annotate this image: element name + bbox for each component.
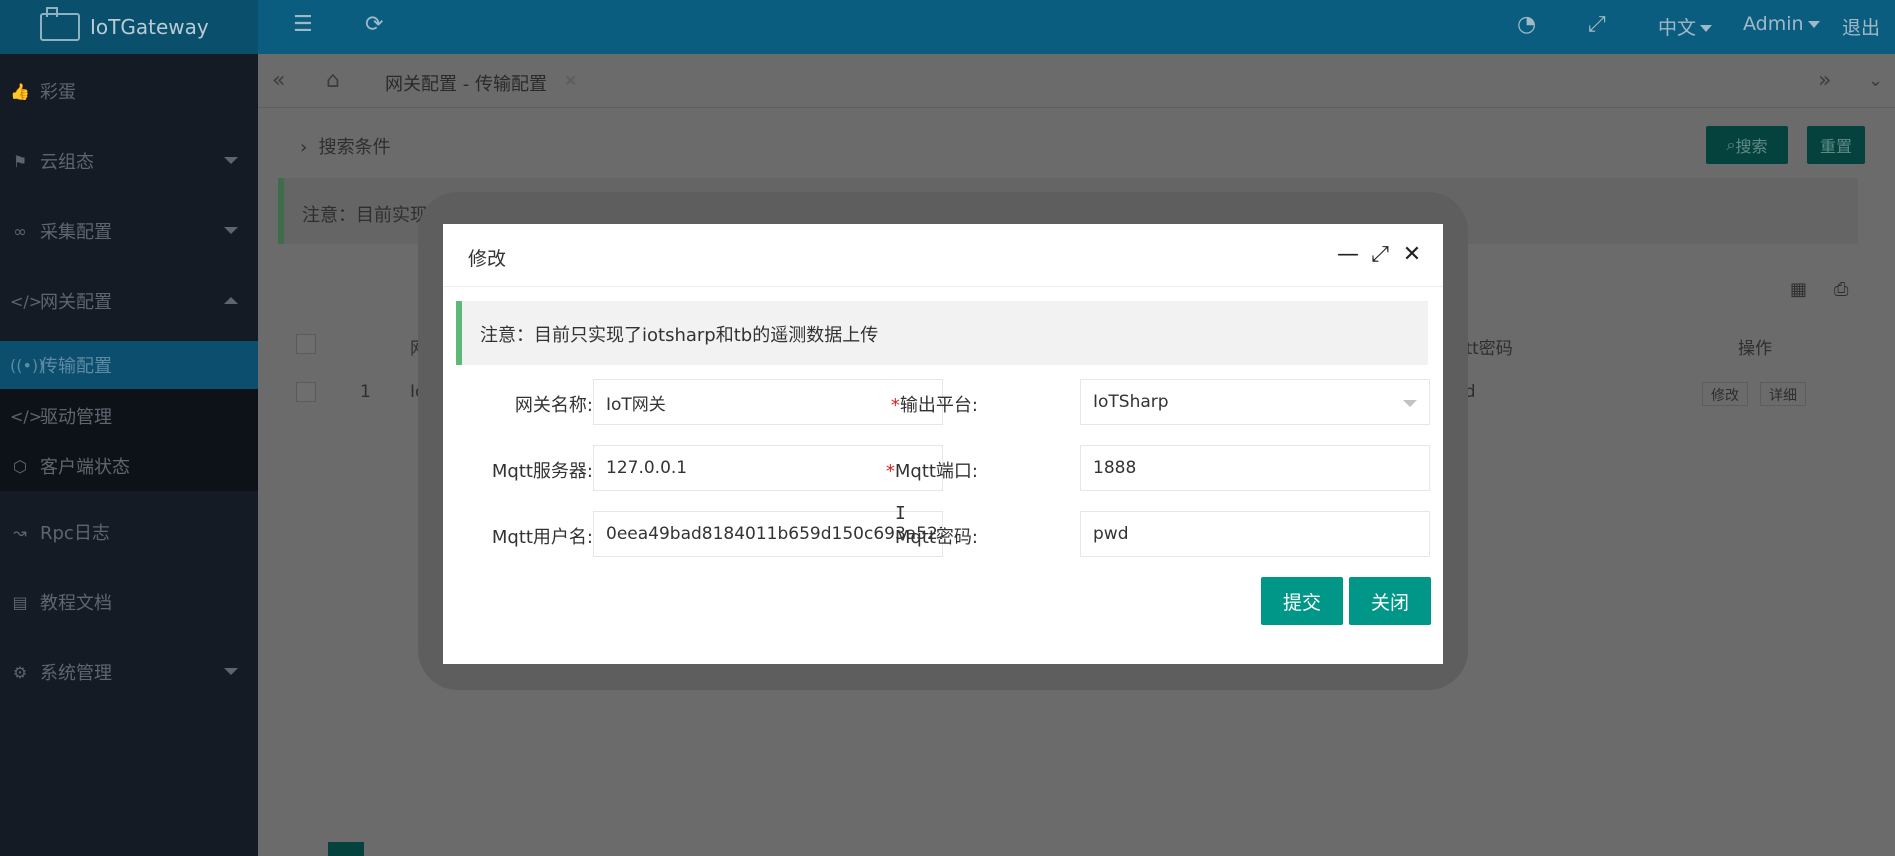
- row-checkbox[interactable]: [296, 382, 316, 402]
- search-conditions-toggle[interactable]: › 搜索条件: [300, 133, 391, 159]
- sidebar-item-collection-config[interactable]: ∞ 采集配置: [0, 207, 258, 255]
- chevron-down-icon: [1807, 21, 1820, 28]
- row-detail-button[interactable]: 详细: [1760, 382, 1806, 406]
- search-icon: ⌕: [1726, 135, 1736, 154]
- refresh-icon[interactable]: ⟳: [365, 12, 383, 37]
- code-icon: </>: [10, 291, 43, 311]
- sidebar-item-gateway-config[interactable]: </> 网关配置: [0, 277, 258, 325]
- app-logo[interactable]: IoTGateway: [0, 0, 258, 54]
- mqtt-username-label: Mqtt用户名:: [491, 527, 593, 548]
- text-cursor-icon: I: [895, 503, 906, 524]
- trend-icon: ↝: [13, 522, 27, 542]
- tab-close-icon[interactable]: ✕: [564, 71, 577, 90]
- code-icon: </>: [10, 406, 43, 426]
- mqtt-password-label: Mqtt密码:: [894, 527, 978, 548]
- select-all-checkbox[interactable]: [296, 334, 316, 354]
- reset-button[interactable]: 重置: [1807, 126, 1865, 164]
- sidebar-item-easter-egg[interactable]: 👍 彩蛋: [0, 67, 258, 115]
- broadcast-icon: ((•)): [10, 355, 45, 375]
- mqtt-password-input[interactable]: [1080, 511, 1430, 557]
- sidebar: 👍 彩蛋 ⚑ 云组态 ∞ 采集配置 </> 网关配置 ((•)) 传输配置 </…: [0, 54, 258, 856]
- home-icon[interactable]: ⌂: [326, 68, 340, 93]
- dialog-notice: 注意：目前只实现了iotsharp和tb的遥测数据上传: [456, 301, 1428, 365]
- output-platform-label: *输出平台:: [890, 395, 978, 416]
- app-title: IoTGateway: [90, 15, 209, 39]
- search-button[interactable]: ⌕ 搜索: [1706, 126, 1788, 164]
- thumbs-up-icon: 👍: [10, 81, 30, 101]
- sidebar-item-system-management[interactable]: ⚙ 系统管理: [0, 648, 258, 696]
- close-button[interactable]: 关闭: [1349, 577, 1431, 625]
- sidebar-item-tutorial-docs[interactable]: ▤ 教程文档: [0, 578, 258, 626]
- table-row-index: 1: [360, 382, 371, 402]
- maximize-icon[interactable]: ⤢: [1367, 242, 1393, 268]
- sidebar-item-transmission-config[interactable]: ((•)) 传输配置: [0, 341, 258, 389]
- top-header: IoTGateway ☰ ⟳ ◔ ⤢ 中文 Admin 退出: [0, 0, 1895, 54]
- sidebar-item-client-status[interactable]: ⬡ 客户端状态: [0, 442, 258, 490]
- dialog-title-bar: 修改 — ⤢ ✕: [443, 224, 1443, 287]
- chevron-down-icon: [1403, 400, 1417, 407]
- gear-icon: ⚙: [12, 662, 28, 682]
- dialog-title: 修改: [468, 248, 507, 270]
- signpost-icon: ⚑: [12, 151, 28, 171]
- column-toggle-icon[interactable]: ▦: [1790, 279, 1807, 300]
- chevron-up-icon: [224, 297, 238, 304]
- mqtt-port-label: *Mqtt端口:: [885, 461, 978, 482]
- output-platform-select[interactable]: IoTSharp: [1080, 379, 1430, 425]
- gateway-logo-icon: [40, 7, 80, 41]
- sidebar-item-cloud-config[interactable]: ⚑ 云组态: [0, 137, 258, 185]
- print-icon[interactable]: ⎙: [1834, 279, 1848, 300]
- fullscreen-icon[interactable]: ⤢: [1588, 12, 1606, 37]
- submit-button[interactable]: 提交: [1261, 577, 1343, 625]
- language-menu[interactable]: 中文: [1658, 13, 1713, 40]
- minimize-icon[interactable]: —: [1335, 242, 1361, 268]
- mqtt-server-label: Mqtt服务器:: [491, 461, 593, 482]
- user-menu[interactable]: Admin: [1743, 13, 1820, 35]
- row-edit-button[interactable]: 修改: [1702, 382, 1748, 406]
- table-header-actions: 操作: [1738, 339, 1772, 359]
- dialog-notice-text: 注意：目前只实现了iotsharp和tb的遥测数据上传: [480, 325, 879, 346]
- tab-bar: « ⌂ 网关配置 - 传输配置 ✕ » ⌄: [258, 54, 1895, 108]
- link-icon: ∞: [13, 221, 27, 241]
- sidebar-item-rpc-log[interactable]: ↝ Rpc日志: [0, 508, 258, 556]
- gateway-name-label: 网关名称:: [514, 395, 593, 416]
- chevron-down-icon: [1700, 25, 1713, 32]
- close-icon[interactable]: ✕: [1399, 242, 1425, 268]
- edit-dialog: 修改 — ⤢ ✕ 注意：目前只实现了iotsharp和tb的遥测数据上传 网关名…: [443, 224, 1443, 664]
- logout-link[interactable]: 退出: [1842, 13, 1880, 40]
- scroll-right-icon[interactable]: »: [1818, 68, 1831, 93]
- sidebar-item-driver-management[interactable]: </> 驱动管理: [0, 392, 258, 440]
- chevron-down-icon: [224, 227, 238, 234]
- cube-icon: ⬡: [13, 456, 27, 476]
- menu-toggle-icon[interactable]: ☰: [293, 12, 313, 37]
- pagination-current-page[interactable]: [328, 842, 364, 856]
- chevron-down-icon[interactable]: ⌄: [1868, 70, 1883, 91]
- chevron-down-icon: [224, 157, 238, 164]
- scroll-left-icon[interactable]: «: [272, 68, 285, 93]
- mqtt-port-input[interactable]: [1080, 445, 1430, 491]
- theme-palette-icon[interactable]: ◔: [1517, 12, 1536, 37]
- document-icon: ▤: [12, 592, 28, 612]
- tab-transmission-config[interactable]: 网关配置 - 传输配置: [385, 70, 547, 96]
- chevron-down-icon: [224, 668, 238, 675]
